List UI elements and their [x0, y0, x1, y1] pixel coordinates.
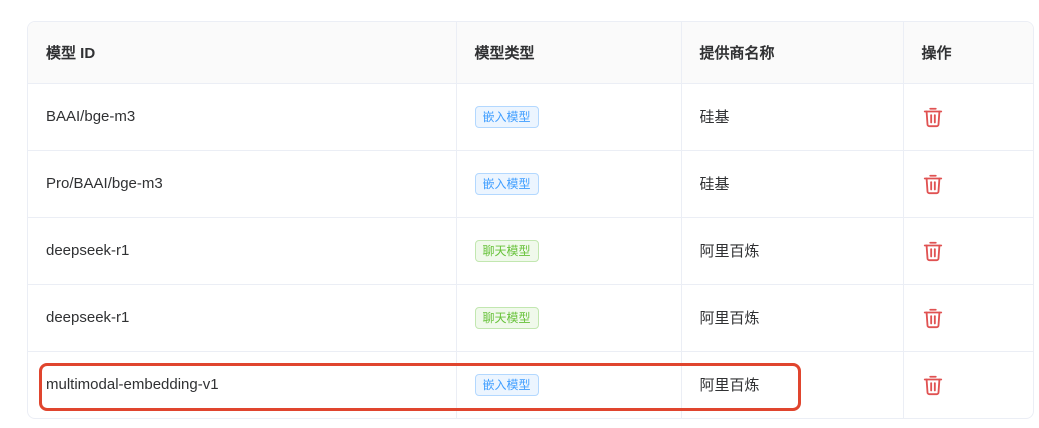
model-type-tag: 聊天模型 — [474, 306, 539, 329]
cell-model-id: multimodal-embedding-v1 — [28, 351, 457, 418]
cell-model-type: 嵌入模型 — [456, 351, 682, 418]
cell-model-type: 聊天模型 — [456, 217, 682, 285]
cell-model-type: 聊天模型 — [456, 284, 682, 352]
cell-actions — [903, 83, 1033, 151]
trash-icon — [923, 308, 942, 328]
delete-button[interactable] — [922, 374, 944, 396]
header-model-type: 模型类型 — [456, 22, 682, 84]
cell-actions — [903, 351, 1033, 418]
cell-model-type: 嵌入模型 — [456, 150, 682, 218]
cell-model-id: Pro/BAAI/bge-m3 — [28, 150, 457, 218]
trash-icon — [923, 174, 942, 194]
cell-model-id: BAAI/bge-m3 — [28, 83, 457, 151]
header-actions: 操作 — [903, 22, 1033, 84]
cell-model-id: deepseek-r1 — [28, 284, 457, 352]
delete-button[interactable] — [922, 173, 944, 195]
table-row: BAAI/bge-m3 嵌入模型 硅基 — [28, 83, 1033, 151]
cell-provider: 阿里百炼 — [681, 351, 904, 418]
trash-icon — [923, 107, 942, 127]
model-table: 模型 ID 模型类型 提供商名称 操作 BAAI/bge-m3 嵌入模型 硅基 … — [28, 22, 1033, 418]
cell-model-type: 嵌入模型 — [456, 83, 682, 151]
trash-icon — [923, 375, 942, 395]
header-row: 模型 ID 模型类型 提供商名称 操作 — [28, 22, 1033, 84]
trash-icon — [923, 241, 942, 261]
cell-actions — [903, 150, 1033, 218]
model-table-container: 模型 ID 模型类型 提供商名称 操作 BAAI/bge-m3 嵌入模型 硅基 … — [27, 21, 1034, 419]
model-type-tag: 嵌入模型 — [474, 105, 539, 128]
cell-actions — [903, 284, 1033, 352]
cell-provider: 阿里百炼 — [681, 284, 904, 352]
cell-model-id: deepseek-r1 — [28, 217, 457, 285]
delete-button[interactable] — [922, 106, 944, 128]
table-row: Pro/BAAI/bge-m3 嵌入模型 硅基 — [28, 150, 1033, 218]
model-type-tag: 聊天模型 — [474, 239, 539, 262]
delete-button[interactable] — [922, 307, 944, 329]
model-type-tag: 嵌入模型 — [474, 172, 539, 195]
model-type-tag: 嵌入模型 — [474, 373, 539, 396]
cell-provider: 硅基 — [681, 83, 904, 151]
table-header: 模型 ID 模型类型 提供商名称 操作 — [28, 22, 1033, 84]
table-row: deepseek-r1 聊天模型 阿里百炼 — [28, 217, 1033, 285]
header-provider: 提供商名称 — [681, 22, 904, 84]
table-row: deepseek-r1 聊天模型 阿里百炼 — [28, 284, 1033, 352]
delete-button[interactable] — [922, 240, 944, 262]
cell-provider: 阿里百炼 — [681, 217, 904, 285]
cell-actions — [903, 217, 1033, 285]
cell-provider: 硅基 — [681, 150, 904, 218]
header-model-id: 模型 ID — [28, 22, 457, 84]
table-row: multimodal-embedding-v1 嵌入模型 阿里百炼 — [28, 351, 1033, 418]
